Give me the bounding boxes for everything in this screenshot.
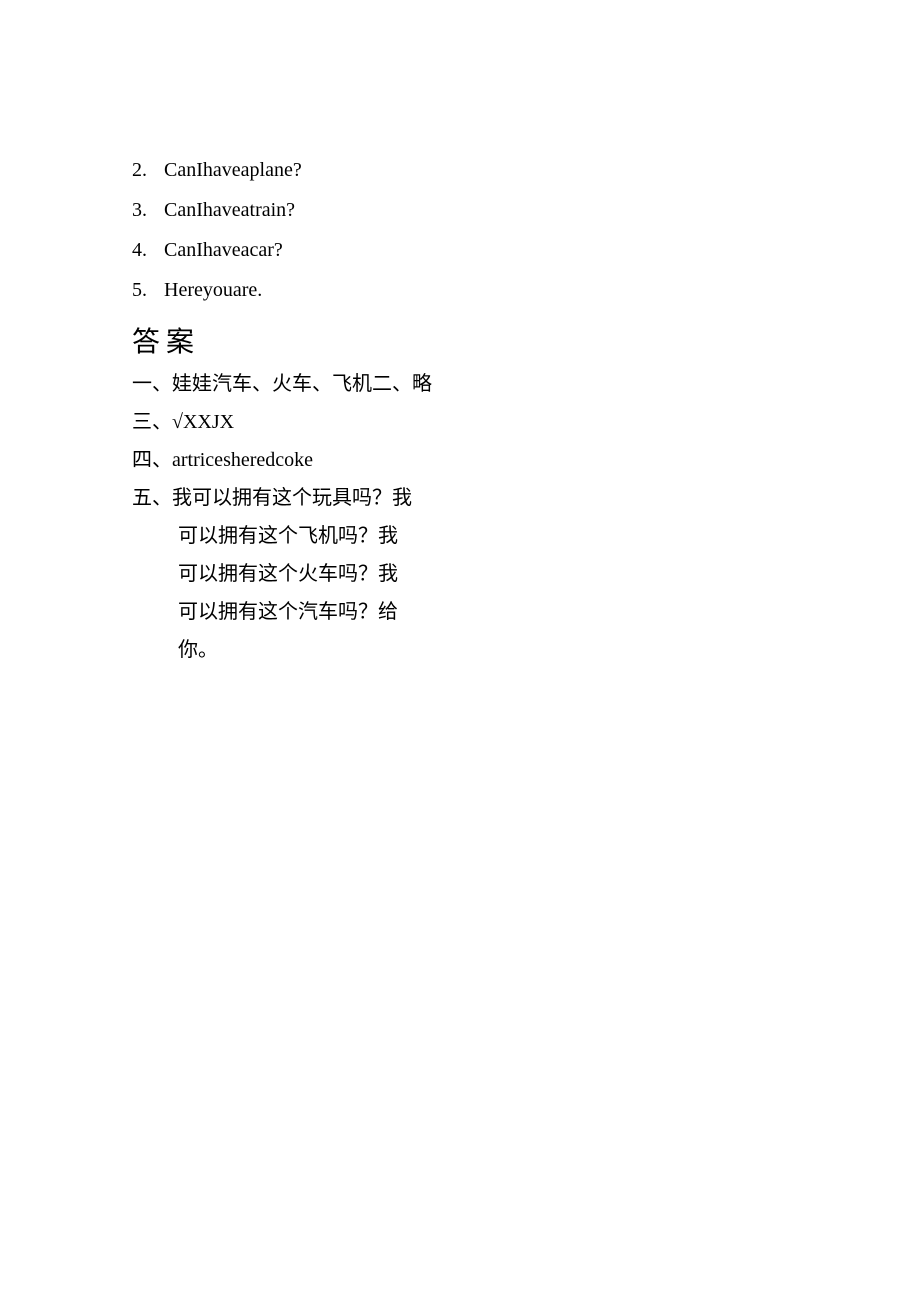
list-item: 2. CanIhaveaplane? (132, 160, 650, 180)
list-text: CanIhaveatrain? (164, 200, 295, 220)
list-text: CanIhaveacar? (164, 240, 283, 260)
answer-line-1: 一、娃娃汽车、火车、飞机二、略 (132, 374, 650, 394)
list-number: 5. (132, 280, 164, 300)
list-item: 4. CanIhaveacar? (132, 240, 650, 260)
answer-five-line: 五、我可以拥有这个玩具吗？我 (132, 488, 650, 508)
answer-five-line: 你。 (178, 640, 650, 660)
list-item: 5. Hereyouare. (132, 280, 650, 300)
answer-five-line: 可以拥有这个汽车吗？给 (178, 602, 650, 622)
list-text: CanIhaveaplane? (164, 160, 302, 180)
answer-five-line: 可以拥有这个飞机吗？我 (178, 526, 650, 546)
list-number: 4. (132, 240, 164, 260)
list-text: Hereyouare. (164, 280, 262, 300)
list-item: 3. CanIhaveatrain? (132, 200, 650, 220)
answer-line-4: 四、artricesheredcoke (132, 450, 650, 470)
answer-five-line: 可以拥有这个火车吗？我 (178, 564, 650, 584)
answer-five-block: 五、我可以拥有这个玩具吗？我 可以拥有这个飞机吗？我 可以拥有这个火车吗？我 可… (132, 488, 650, 660)
answer-line-3: 三、√XXJX (132, 412, 650, 432)
document-page: 2. CanIhaveaplane? 3. CanIhaveatrain? 4.… (0, 0, 650, 660)
list-number: 3. (132, 200, 164, 220)
answer-heading: 答案 (132, 320, 650, 360)
list-number: 2. (132, 160, 164, 180)
